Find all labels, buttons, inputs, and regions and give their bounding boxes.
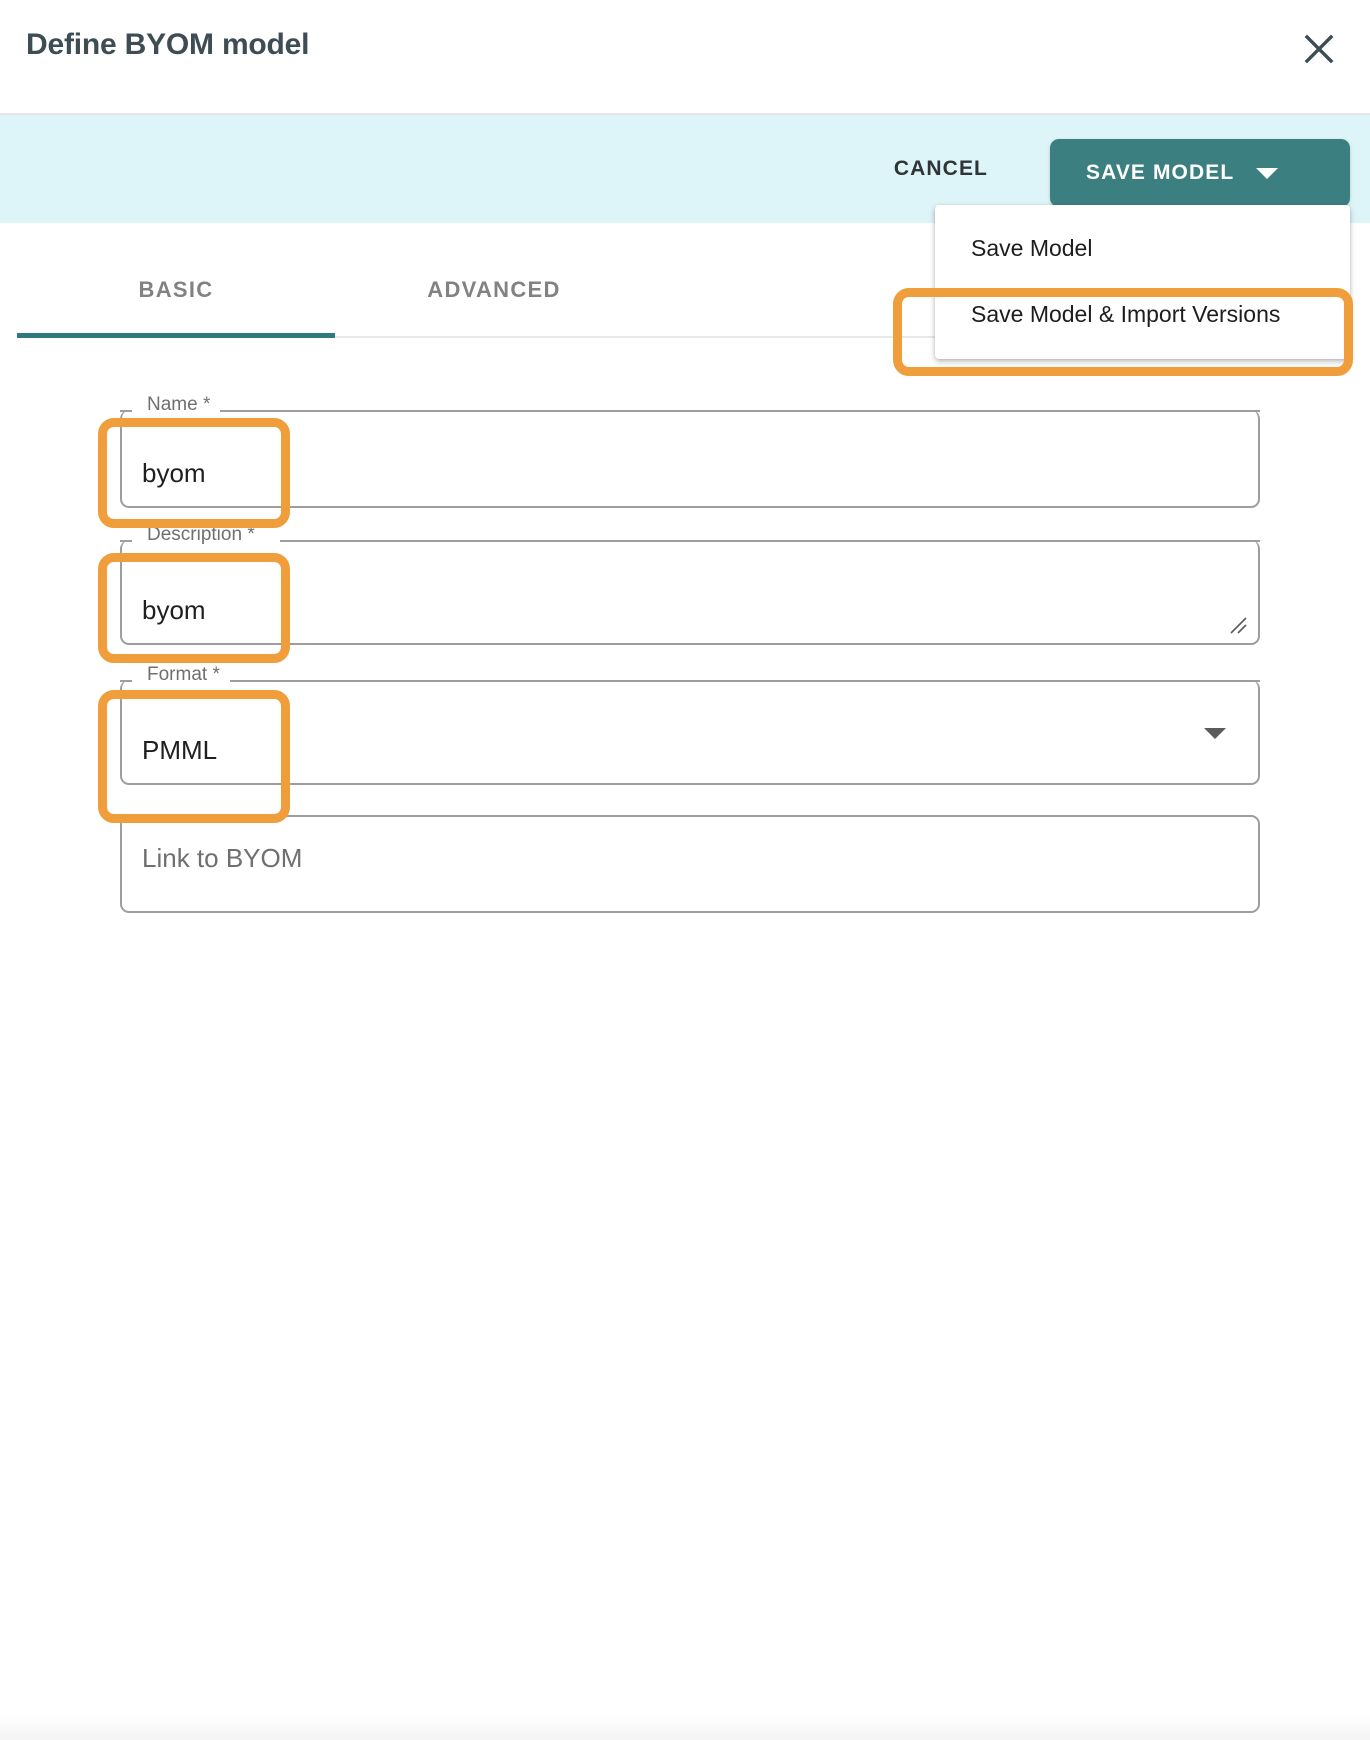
bottom-shadow: [0, 1714, 1370, 1740]
format-field-notch: [120, 680, 1260, 682]
name-field[interactable]: Name * byom: [120, 394, 1260, 508]
chevron-down-icon[interactable]: [1204, 727, 1226, 739]
link-to-byom-placeholder: Link to BYOM: [142, 843, 303, 873]
format-field-outline: [120, 680, 1260, 785]
save-model-dropdown-menu: Save Model Save Model & Import Versions: [935, 205, 1350, 359]
name-field-label: Name *: [147, 394, 211, 415]
menu-item-save-model[interactable]: Save Model: [935, 215, 1350, 281]
description-field-notch: [120, 540, 1260, 542]
format-field[interactable]: Format * PMML: [120, 664, 1260, 785]
caret-down-icon[interactable]: [1256, 167, 1279, 179]
save-model-button[interactable]: SAVE MODEL: [1050, 139, 1350, 207]
cancel-button[interactable]: CANCEL: [880, 145, 1002, 193]
link-to-byom-field[interactable]: Link to BYOM: [120, 815, 1260, 913]
name-field-value: byom: [142, 458, 206, 488]
name-field-notch: [120, 410, 1260, 412]
description-field-value: byom: [142, 595, 206, 625]
resize-handle-icon[interactable]: [1226, 613, 1248, 635]
page-title: Define BYOM model: [26, 28, 310, 61]
tab-advanced[interactable]: ADVANCED: [335, 243, 653, 336]
tab-active-indicator: [17, 333, 335, 338]
save-model-label: SAVE MODEL: [1086, 161, 1235, 184]
dialog-header: Define BYOM model: [0, 0, 1370, 115]
description-field-label: Description *: [147, 524, 255, 545]
close-button[interactable]: [1292, 22, 1346, 76]
close-icon: [1302, 32, 1336, 66]
format-field-label: Format *: [147, 664, 220, 685]
tab-basic[interactable]: BASIC: [17, 243, 335, 336]
description-field[interactable]: Description * byom: [120, 524, 1260, 645]
format-field-value: PMML: [142, 735, 218, 765]
description-field-outline: [120, 540, 1260, 645]
name-field-outline: [120, 410, 1260, 508]
menu-item-save-model-import-versions[interactable]: Save Model & Import Versions: [935, 281, 1350, 347]
